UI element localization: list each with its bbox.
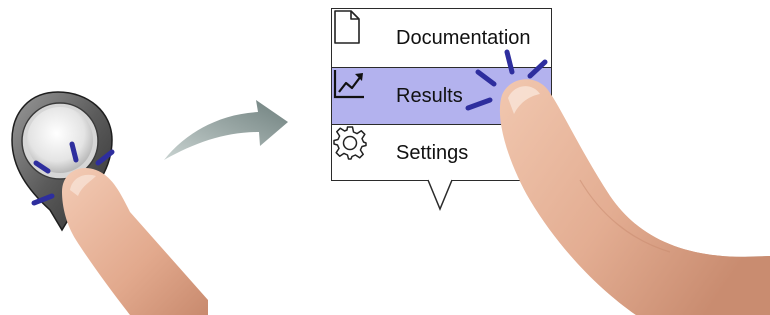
document-icon <box>334 10 378 56</box>
menu-item-settings[interactable]: Settings <box>332 125 551 181</box>
transition-arrow-icon <box>164 100 288 160</box>
menu-item-label: Results <box>396 84 463 107</box>
chart-trend-icon <box>333 70 378 114</box>
diagram-stage: Documentation Results Settings <box>0 0 770 315</box>
menu-item-results[interactable]: Results <box>332 67 551 125</box>
gear-icon <box>333 126 378 171</box>
finger-left <box>62 168 208 315</box>
menu-item-label: Documentation <box>396 26 531 49</box>
menu-item-label: Settings <box>396 141 469 164</box>
menu-item-documentation[interactable]: Documentation <box>332 9 551 67</box>
popup-menu: Documentation Results Settings <box>331 8 552 181</box>
